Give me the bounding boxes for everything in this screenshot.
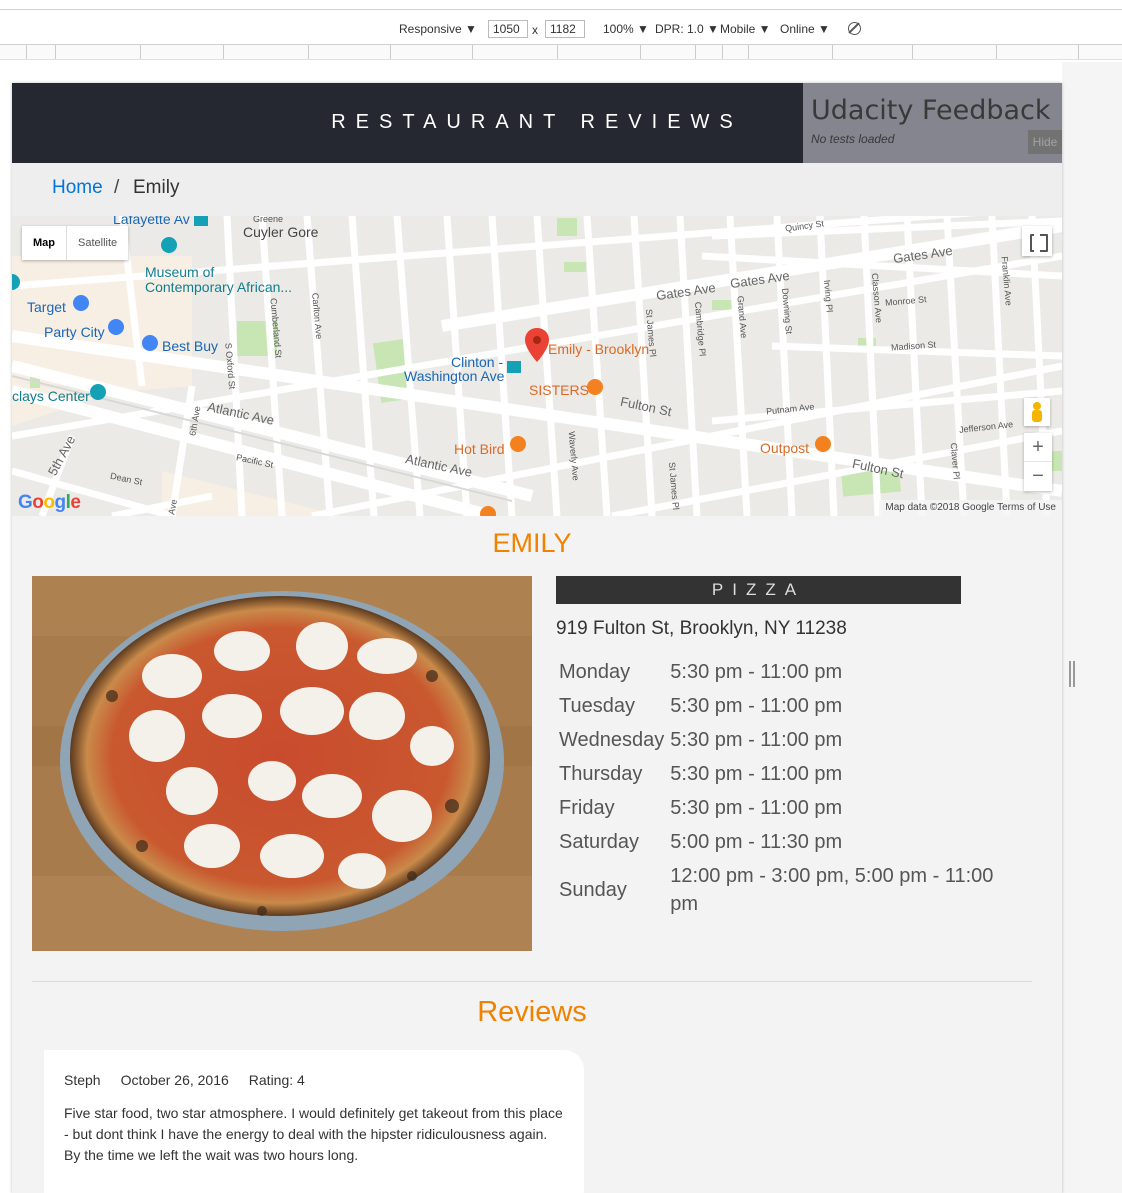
device-select[interactable]: Responsive ▼ <box>399 22 477 36</box>
hours-row: Saturday 5:00 pm - 11:30 pm <box>556 825 997 859</box>
map-label-target: Target <box>27 299 66 315</box>
map-label-hot-bird: Hot Bird <box>454 441 505 457</box>
map-label-best-buy: Best Buy <box>162 338 219 354</box>
map-label-cuyler-gore: Cuyler Gore <box>243 224 319 240</box>
page-viewport: Restaurant Reviews Udacity Feedback No t… <box>12 83 1062 1193</box>
dpr-select[interactable]: DPR: 1.0 ▼ <box>655 22 719 36</box>
mode-select[interactable]: Mobile ▼ <box>720 22 771 36</box>
hours-day: Monday <box>559 661 631 683</box>
feedback-hide-button[interactable]: Hide <box>1028 130 1062 154</box>
feedback-title: Udacity Feedback <box>811 95 1051 126</box>
feedback-status: No tests loaded <box>811 132 895 146</box>
hours-time: 12:00 pm - 3:00 pm, 5:00 pm - 11:00 pm <box>670 865 994 915</box>
viewport-gutter <box>1062 62 1122 1193</box>
media-query-ruler <box>0 44 1122 60</box>
hours-time: 5:30 pm - 11:00 pm <box>670 695 843 717</box>
breadcrumb-separator: / <box>114 177 120 198</box>
hours-time: 5:30 pm - 11:00 pm <box>670 729 843 751</box>
hours-day: Thursday <box>559 763 643 785</box>
map-label-sisters: SISTERS <box>529 382 589 398</box>
map-label-outpost: Outpost <box>760 440 810 456</box>
hours-time: 5:00 pm - 11:30 pm <box>670 831 843 853</box>
resize-handle[interactable] <box>1069 661 1075 687</box>
hours-time: 5:30 pm - 11:00 pm <box>670 661 843 683</box>
width-input[interactable]: 1050 <box>488 20 528 38</box>
hours-time: 5:30 pm - 11:00 pm <box>670 797 843 819</box>
restaurant-cuisine: Pizza <box>556 576 961 604</box>
review-rating: Rating: 4 <box>248 1072 305 1088</box>
section-divider <box>32 981 1032 982</box>
pizza-image <box>32 576 532 951</box>
zoom-in-button[interactable]: + <box>1024 433 1052 462</box>
network-select[interactable]: Online ▼ <box>780 22 830 36</box>
reviews-title: Reviews <box>477 996 587 1028</box>
udacity-feedback-panel: Udacity Feedback No tests loaded Hide <box>803 83 1062 163</box>
devtools-toolbar: Responsive ▼ 1050 x 1182 100% ▼ DPR: 1.0… <box>0 0 1122 62</box>
rotate-icon[interactable] <box>848 22 861 35</box>
map-type-satellite-button[interactable]: Satellite <box>67 226 128 260</box>
map-type-map-button[interactable]: Map <box>22 226 67 260</box>
hours-row: Wednesday 5:30 pm - 11:00 pm <box>556 723 997 757</box>
dimension-separator: x <box>532 23 538 37</box>
hours-row: Sunday 12:00 pm - 3:00 pm, 5:00 pm - 11:0… <box>556 859 997 921</box>
hours-time: 5:30 pm - 11:00 pm <box>670 763 843 785</box>
review-author: Steph <box>64 1072 101 1088</box>
restaurant-address: 919 Fulton St, Brooklyn, NY 11238 <box>556 618 847 639</box>
map-label-clinton-2: Washington Ave <box>404 368 505 384</box>
toolbar-top-line <box>0 9 1122 10</box>
height-input[interactable]: 1182 <box>545 20 585 38</box>
review-card: Steph October 26, 2016 Rating: 4 Five st… <box>44 1050 584 1193</box>
zoom-select[interactable]: 100% ▼ <box>603 22 649 36</box>
hours-day: Sunday <box>559 879 627 901</box>
restaurant-image <box>32 576 532 951</box>
pegman-icon[interactable] <box>1024 398 1050 426</box>
hours-day: Friday <box>559 797 615 819</box>
map-label-party-city: Party City <box>44 324 105 340</box>
site-title-link[interactable]: Restaurant Reviews <box>331 111 743 133</box>
hours-day: Tuesday <box>559 695 635 717</box>
breadcrumb-home-link[interactable]: Home <box>52 177 103 199</box>
hours-row: Thursday 5:30 pm - 11:00 pm <box>556 757 997 791</box>
map-attribution[interactable]: Map data ©2018 Google Terms of Use <box>879 500 1062 516</box>
hours-row: Tuesday 5:30 pm - 11:00 pm <box>556 689 997 723</box>
zoom-control: + − <box>1024 433 1052 491</box>
hours-day: Wednesday <box>559 729 665 751</box>
review-comments: Five star food, two star atmosphere. I w… <box>64 1105 563 1163</box>
map-marker-label[interactable]: Emily - Brooklyn <box>548 341 649 357</box>
restaurant-hours: Monday 5:30 pm - 11:00 pm Tuesday 5:30 pm … <box>556 655 997 921</box>
map-label-greene: Greene <box>253 216 284 224</box>
hours-row: Friday 5:30 pm - 11:00 pm <box>556 791 997 825</box>
hours-row: Monday 5:30 pm - 11:00 pm <box>556 655 997 689</box>
map-type-control: Map Satellite <box>22 226 129 260</box>
map-label-museum-2: Contemporary African... <box>145 279 293 295</box>
breadcrumb: Home / Emily <box>12 163 1062 216</box>
review-meta: Steph October 26, 2016 Rating: 4 <box>64 1072 564 1088</box>
device-toolbar: Responsive ▼ 1050 x 1182 100% ▼ DPR: 1.0… <box>0 17 1122 43</box>
zoom-out-button[interactable]: − <box>1024 462 1052 491</box>
hours-body: Monday 5:30 pm - 11:00 pm Tuesday 5:30 pm … <box>556 655 997 921</box>
map[interactable]: Lafayette Av Greene Cuyler Gore Museum o… <box>12 216 1062 516</box>
review-date: October 26, 2016 <box>120 1072 229 1088</box>
google-logo: Google <box>18 492 81 513</box>
breadcrumb-current: Emily <box>133 177 180 198</box>
map-label-museum: Museum of <box>145 264 215 280</box>
restaurant-name: Emily <box>492 528 572 558</box>
fullscreen-icon[interactable] <box>1022 226 1052 256</box>
hours-day: Saturday <box>559 831 640 853</box>
map-label-barclays: clays Center <box>12 388 90 404</box>
